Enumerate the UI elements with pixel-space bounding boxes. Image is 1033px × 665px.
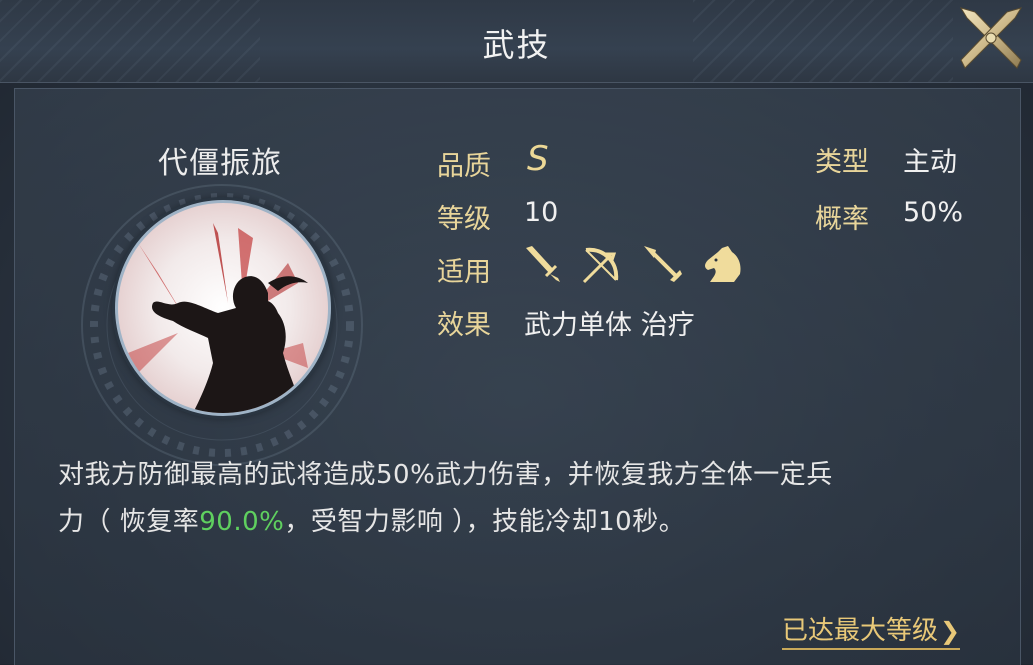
effect-label: 效果 [437, 310, 491, 341]
recovery-rate-value: 90.0% [199, 507, 285, 537]
crossed-blades-close-icon [959, 7, 1023, 69]
max-level-link[interactable]: 已达最大等级❯ [782, 610, 961, 650]
chevron-right-icon: ❯ [940, 617, 961, 645]
quality-label: 品质 [437, 151, 491, 182]
bow-icon [580, 242, 624, 286]
effect-value: 武力单体 治疗 [524, 310, 695, 341]
horse-icon [700, 242, 744, 286]
level-value: 10 [524, 197, 559, 228]
description-line-2-start: 力（ 恢复率 [58, 507, 200, 537]
level-label: 等级 [437, 204, 491, 235]
skill-description: 对我方防御最高的武将造成50%武力伤害，并恢复我方全体一定兵 力（ 恢复率90.… [58, 452, 978, 546]
spear-icon [640, 242, 684, 286]
description-line-2: 力（ 恢复率90.0%，受智力影响 ），技能冷却10秒。 [58, 499, 978, 546]
description-line-2-end: ，受智力影响 ），技能冷却10秒。 [284, 507, 686, 537]
description-line-1: 对我方防御最高的武将造成50%武力伤害，并恢复我方全体一定兵 [58, 460, 833, 490]
page-title: 武技 [482, 26, 551, 64]
type-value: 主动 [903, 147, 957, 178]
chance-value: 50% [903, 197, 964, 228]
chance-label: 概率 [815, 204, 869, 235]
close-button[interactable] [955, 2, 1027, 74]
warrior-silhouette-image [128, 223, 308, 413]
max-level-label: 已达最大等级 [782, 616, 939, 646]
applies-label: 适用 [437, 257, 491, 288]
title-bar: 武技 [0, 0, 1033, 83]
type-label: 类型 [815, 147, 869, 178]
sword-icon [520, 242, 564, 286]
quality-value: S [527, 139, 549, 179]
skill-portrait [115, 200, 331, 416]
